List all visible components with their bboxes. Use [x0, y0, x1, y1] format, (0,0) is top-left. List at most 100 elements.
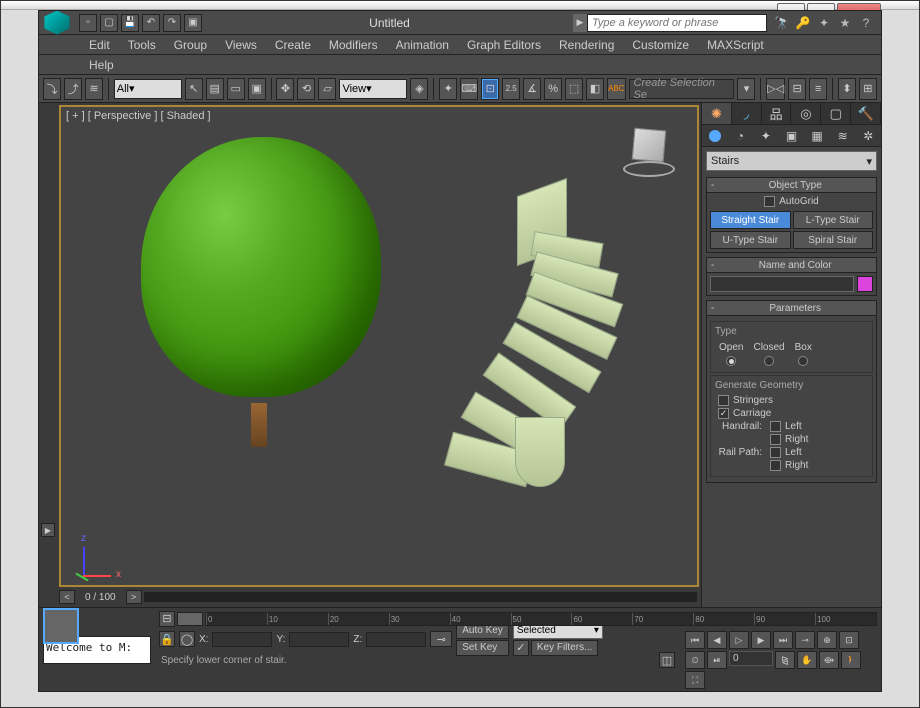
menu-customize[interactable]: Customize	[632, 38, 689, 52]
menu-views[interactable]: Views	[225, 38, 257, 52]
stringers-checkbox[interactable]	[718, 395, 729, 406]
y-coord-input[interactable]	[289, 632, 349, 647]
object-name-input[interactable]	[710, 276, 854, 292]
straight-stair-button[interactable]: Straight Stair	[710, 211, 791, 229]
menu-rendering[interactable]: Rendering	[559, 38, 614, 52]
prev-key-icon[interactable]: ⏯	[707, 651, 727, 669]
comm-center-status-icon[interactable]: ◫	[659, 652, 675, 668]
spinner-up-icon[interactable]: ⧎	[775, 651, 795, 669]
keyboard-shortcut-icon[interactable]: ⌨	[460, 78, 478, 100]
cameras-subtab[interactable]: ▣	[779, 125, 805, 146]
goto-start-icon[interactable]: ⏮	[685, 631, 705, 649]
mirror-icon[interactable]: ◧	[586, 78, 604, 100]
key-mode-icon[interactable]: ⊸	[430, 631, 452, 647]
key-mode-toggle-icon[interactable]: ⊸	[795, 631, 815, 649]
unlink-icon[interactable]: ⤴	[64, 78, 82, 100]
handrail-right-checkbox[interactable]	[770, 434, 781, 445]
menu-group[interactable]: Group	[174, 38, 207, 52]
edit-named-sel-icon[interactable]: ⬚	[565, 78, 583, 100]
reference-coord-dropdown[interactable]: View ▾	[339, 79, 407, 99]
railpath-right-checkbox[interactable]	[770, 460, 781, 471]
undo-icon[interactable]: ↶	[142, 14, 160, 32]
menu-animation[interactable]: Animation	[396, 38, 449, 52]
lock-selection-icon[interactable]: 🔒	[159, 631, 175, 647]
z-coord-input[interactable]	[366, 632, 426, 647]
type-box-radio[interactable]	[798, 356, 808, 366]
redo-icon[interactable]: ↷	[163, 14, 181, 32]
menu-graph-editors[interactable]: Graph Editors	[467, 38, 541, 52]
x-coord-input[interactable]	[212, 632, 272, 647]
menu-edit[interactable]: Edit	[89, 38, 110, 52]
scroll-right-button[interactable]: >	[126, 590, 142, 604]
help-icon[interactable]: ?	[857, 14, 875, 32]
walk-icon[interactable]: 🚶	[841, 651, 861, 669]
save-file-icon[interactable]: 💾	[121, 14, 139, 32]
current-frame-input[interactable]	[729, 651, 773, 666]
handrail-left-checkbox[interactable]	[770, 421, 781, 432]
category-dropdown[interactable]: Stairs▾	[706, 151, 877, 171]
select-object-icon[interactable]: ↖	[185, 78, 203, 100]
viewcube[interactable]	[623, 125, 675, 177]
time-slider-handle[interactable]	[177, 612, 203, 626]
perspective-viewport[interactable]: [ + ] [ Perspective ] [ Shaded ]	[59, 105, 699, 587]
favorites-icon[interactable]: ★	[836, 14, 854, 32]
named-selection-sets-dropdown[interactable]: Create Selection Se	[629, 79, 735, 99]
open-file-icon[interactable]: ▢	[100, 14, 118, 32]
geometry-subtab[interactable]	[702, 125, 728, 146]
menu-maxscript[interactable]: MAXScript	[707, 38, 764, 52]
systems-subtab[interactable]: ✲	[855, 125, 881, 146]
hierarchy-tab[interactable]: 品	[762, 103, 792, 124]
dropdown-arrow-icon[interactable]: ▾	[737, 78, 755, 100]
menu-help[interactable]: Help	[89, 58, 114, 72]
align-icon[interactable]: ABC	[607, 78, 625, 100]
max-toggle-icon[interactable]: ⛶	[685, 671, 705, 689]
layers-icon[interactable]: ≡	[809, 78, 827, 100]
orbit-icon[interactable]: ⟴	[819, 651, 839, 669]
application-menu-button[interactable]	[43, 11, 71, 35]
search-input[interactable]	[587, 14, 767, 32]
time-config-icon[interactable]: ⏲	[685, 651, 705, 669]
move-icon[interactable]: ✥	[276, 78, 294, 100]
object-color-swatch[interactable]	[857, 276, 873, 292]
angle-snap-icon[interactable]: 2.5	[502, 78, 520, 100]
project-folder-icon[interactable]: ▣	[184, 14, 202, 32]
select-region-icon[interactable]: ▭	[227, 78, 245, 100]
railpath-left-checkbox[interactable]	[770, 447, 781, 458]
window-crossing-icon[interactable]: ▣	[248, 78, 266, 100]
selection-filter-dropdown[interactable]: All ▾	[114, 79, 182, 99]
align2-icon[interactable]: ⊟	[788, 78, 806, 100]
timeline-track[interactable]: 0 10 20 30 40 50 60 70 80 90 100	[205, 612, 877, 626]
spinner-snap-icon[interactable]: %	[544, 78, 562, 100]
comm-center-icon[interactable]: ✦	[815, 14, 833, 32]
spiral-stair-button[interactable]: Spiral Stair	[793, 231, 874, 249]
pan-icon[interactable]: ✋	[797, 651, 817, 669]
object-type-rollout-header[interactable]: -Object Type	[706, 177, 877, 193]
goto-end-icon[interactable]: ⏭	[773, 631, 793, 649]
autogrid-checkbox[interactable]	[764, 196, 775, 207]
key-icon[interactable]: 🔑	[794, 14, 812, 32]
manipulate-icon[interactable]: ✦	[439, 78, 457, 100]
menu-create[interactable]: Create	[275, 38, 311, 52]
gutter-play-icon[interactable]: ▶	[41, 523, 55, 537]
name-color-rollout-header[interactable]: -Name and Color	[706, 257, 877, 273]
menu-modifiers[interactable]: Modifiers	[329, 38, 378, 52]
bind-spacewarp-icon[interactable]: ≋	[85, 78, 103, 100]
infocenter-arrow-icon[interactable]: ▶	[573, 14, 587, 32]
lights-subtab[interactable]: ✦	[753, 125, 779, 146]
curve-editor-icon[interactable]: ⬍	[838, 78, 856, 100]
rotate-icon[interactable]: ⟲	[297, 78, 315, 100]
link-icon[interactable]: ⤵	[43, 78, 61, 100]
zoom-icon[interactable]: ⊕	[817, 631, 837, 649]
active-viewport-thumbnail[interactable]	[43, 608, 79, 644]
shapes-subtab[interactable]: ◔	[728, 125, 754, 146]
scroll-left-button[interactable]: <	[59, 590, 75, 604]
motion-tab[interactable]: ◎	[791, 103, 821, 124]
zoom-all-icon[interactable]: ⊡	[839, 631, 859, 649]
type-open-radio[interactable]	[726, 356, 736, 366]
isolate-icon[interactable]: ◯	[179, 631, 195, 647]
carriage-checkbox[interactable]: ✓	[718, 408, 729, 419]
spacewarps-subtab[interactable]: ≋	[830, 125, 856, 146]
display-tab[interactable]: ▢	[821, 103, 851, 124]
helpers-subtab[interactable]: ▦	[804, 125, 830, 146]
create-tab[interactable]: ✺	[702, 103, 732, 124]
